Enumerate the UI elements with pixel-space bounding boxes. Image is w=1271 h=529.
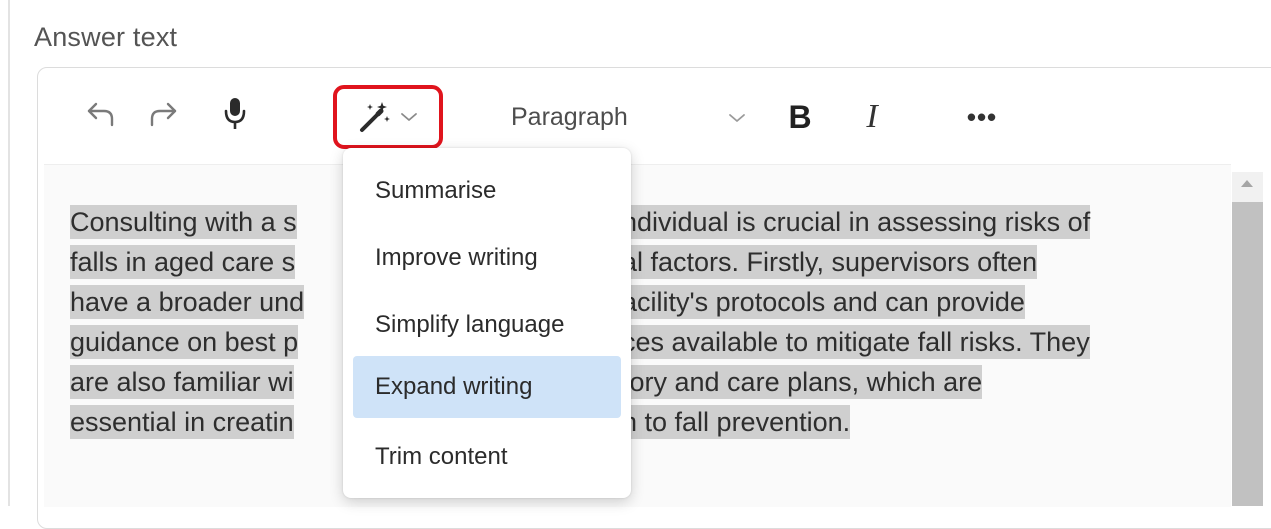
editor-content-area[interactable]: Consulting with a s falls in aged care s… xyxy=(44,164,1231,507)
italic-button[interactable]: I xyxy=(852,85,892,149)
block-format-value: Paragraph xyxy=(511,102,628,131)
menu-item-simplify-language[interactable]: Simplify language xyxy=(353,294,621,356)
text-fragment: tory and care plans, which are xyxy=(622,365,983,399)
menu-item-improve-writing[interactable]: Improve writing xyxy=(353,227,621,289)
menu-item-trim-content[interactable]: Trim content xyxy=(353,426,621,488)
text-line: al factors. Firstly, supervisors often xyxy=(622,242,1222,282)
ai-assistant-button[interactable] xyxy=(333,85,443,149)
editor-scrollbar[interactable] xyxy=(1232,172,1263,506)
text-fragment: are also familiar wi xyxy=(70,365,294,399)
text-line: ndividual is crucial in assessing risks … xyxy=(622,202,1222,242)
block-format-select[interactable]: Paragraph xyxy=(493,85,763,149)
text-fragment: guidance on best p xyxy=(70,325,299,359)
text-fragment: falls in aged care s xyxy=(70,245,296,279)
bold-button[interactable]: B xyxy=(775,85,825,149)
undo-button[interactable] xyxy=(79,82,123,146)
text-fragment: have a broader und xyxy=(70,285,305,319)
scroll-up-arrow-icon[interactable] xyxy=(1241,180,1253,187)
menu-item-expand-writing[interactable]: Expand writing xyxy=(353,356,621,418)
text-line: ces available to mitigate fall risks. Th… xyxy=(622,322,1222,362)
text-line: tory and care plans, which are xyxy=(622,362,1222,402)
text-fragment: h to fall prevention. xyxy=(622,405,851,439)
editor-toolbar: Paragraph B I ••• xyxy=(37,68,1271,164)
text-fragment: Consulting with a s xyxy=(70,205,297,239)
scrollbar-thumb[interactable] xyxy=(1232,202,1263,506)
chevron-down-icon xyxy=(401,113,417,121)
left-border-rule xyxy=(8,0,10,506)
magic-wand-icon xyxy=(360,102,390,132)
text-line: acility's protocols and can provide xyxy=(622,282,1222,322)
chevron-down-icon xyxy=(729,114,745,122)
redo-button[interactable] xyxy=(141,82,185,146)
ai-actions-menu: Summarise Improve writing Simplify langu… xyxy=(343,148,631,498)
answer-text-label: Answer text xyxy=(34,22,178,52)
dictation-button[interactable] xyxy=(213,82,257,146)
undo-icon xyxy=(87,102,114,127)
text-fragment: al factors. Firstly, supervisors often xyxy=(622,245,1038,279)
text-line: h to fall prevention. xyxy=(622,402,1222,442)
microphone-icon xyxy=(224,98,246,129)
text-fragment: essential in creatin xyxy=(70,405,294,439)
text-fragment: ndividual is crucial in assessing risks … xyxy=(622,205,1091,239)
text-fragment: acility's protocols and can provide xyxy=(622,285,1025,319)
redo-icon xyxy=(150,102,177,127)
more-options-button[interactable]: ••• xyxy=(957,85,1007,149)
text-fragment: ces available to mitigate fall risks. Th… xyxy=(622,325,1090,359)
selected-text-block-right[interactable]: ndividual is crucial in assessing risks … xyxy=(622,202,1222,442)
menu-item-summarise[interactable]: Summarise xyxy=(353,160,621,222)
